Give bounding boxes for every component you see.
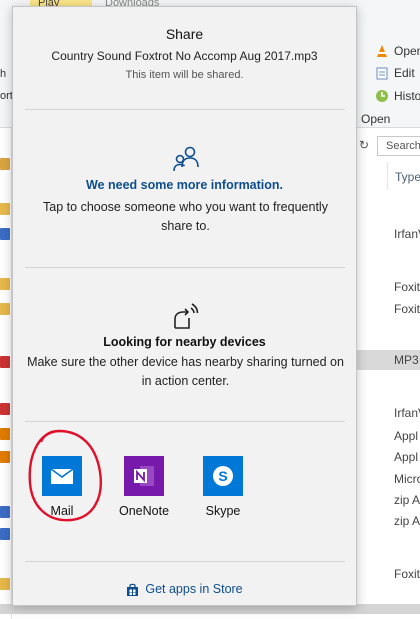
ribbon-fragment-text: h — [0, 68, 7, 80]
file-icon — [0, 451, 10, 463]
file-type-cell: MP3 — [394, 353, 419, 367]
onenote-icon — [124, 456, 164, 496]
file-icon — [0, 506, 10, 518]
open-group-label: Open — [361, 112, 391, 126]
folder-icon — [0, 158, 10, 170]
file-type-cell: zip A — [394, 493, 420, 507]
divider — [25, 421, 345, 422]
file-type-cell: Micro — [394, 472, 420, 486]
file-icon — [0, 528, 10, 540]
share-title: Share — [165, 26, 204, 42]
nearby-sharing-icon — [174, 303, 199, 329]
get-apps-in-store-link[interactable]: Get apps in Store — [13, 582, 356, 596]
folder-icon — [0, 303, 10, 315]
file-type-cell: Foxit — [394, 302, 420, 316]
file-type-cell: Appl — [394, 429, 419, 443]
history-icon — [375, 89, 389, 103]
vlc-icon — [375, 44, 389, 58]
folder-icon — [0, 278, 10, 290]
column-separator — [387, 162, 388, 190]
file-type-cell: IrfanV — [394, 406, 420, 420]
store-link-label: Get apps in Store — [145, 582, 243, 596]
file-type-cell: zip A — [394, 514, 420, 528]
store-icon — [127, 583, 139, 596]
file-icon — [0, 403, 10, 415]
explorer-right-area: Open Edit History Open ↻ Search Type Irf… — [357, 0, 420, 619]
divider — [25, 109, 345, 110]
history-menu-item[interactable]: History — [394, 89, 420, 103]
skype-icon: S — [203, 456, 243, 496]
shared-file-name: Country Sound Foxtrot No Accomp Aug 2017… — [51, 49, 318, 63]
contacts-icon — [173, 146, 199, 172]
share-target-skype[interactable]: S Skype — [193, 456, 253, 518]
info-required-title[interactable]: We need some more information. — [13, 178, 356, 192]
search-input[interactable]: Search — [377, 136, 420, 156]
open-menu-item[interactable]: Open — [394, 44, 420, 58]
share-subtitle: This item will be shared. — [125, 69, 244, 81]
folder-icon — [0, 578, 10, 590]
ribbon-left-edge: h ort — [0, 0, 13, 128]
svg-text:S: S — [218, 468, 227, 484]
file-icon — [0, 356, 10, 368]
onenote-label: OneNote — [118, 504, 170, 518]
file-type-cell: Foxit — [394, 280, 420, 294]
type-column-header[interactable]: Type — [395, 170, 420, 184]
file-type-cell: Appl — [394, 450, 419, 464]
file-type-cell: IrfanV — [394, 227, 420, 241]
nearby-devices-title: Looking for nearby devices — [103, 335, 266, 349]
info-required-description[interactable]: Tap to choose someone who you want to fr… — [33, 198, 338, 236]
file-type-cell: Foxit — [394, 567, 420, 581]
divider — [25, 561, 345, 562]
divider — [25, 267, 345, 268]
ribbon-fragment-text: ort — [0, 90, 13, 102]
edit-menu-item[interactable]: Edit — [394, 66, 415, 80]
skype-label: Skype — [205, 504, 241, 518]
folder-icon — [0, 203, 10, 215]
file-icon — [0, 228, 10, 240]
nearby-devices-description: Make sure the other device has nearby sh… — [27, 355, 344, 388]
annotation-circle — [28, 429, 102, 522]
edit-icon — [375, 66, 389, 80]
refresh-icon[interactable]: ↻ — [359, 138, 369, 152]
file-icon — [0, 428, 10, 440]
navigation-pane[interactable] — [0, 128, 12, 619]
share-flyout: Share Country Sound Foxtrot No Accomp Au… — [12, 6, 357, 606]
share-target-onenote[interactable]: OneNote — [114, 456, 174, 518]
